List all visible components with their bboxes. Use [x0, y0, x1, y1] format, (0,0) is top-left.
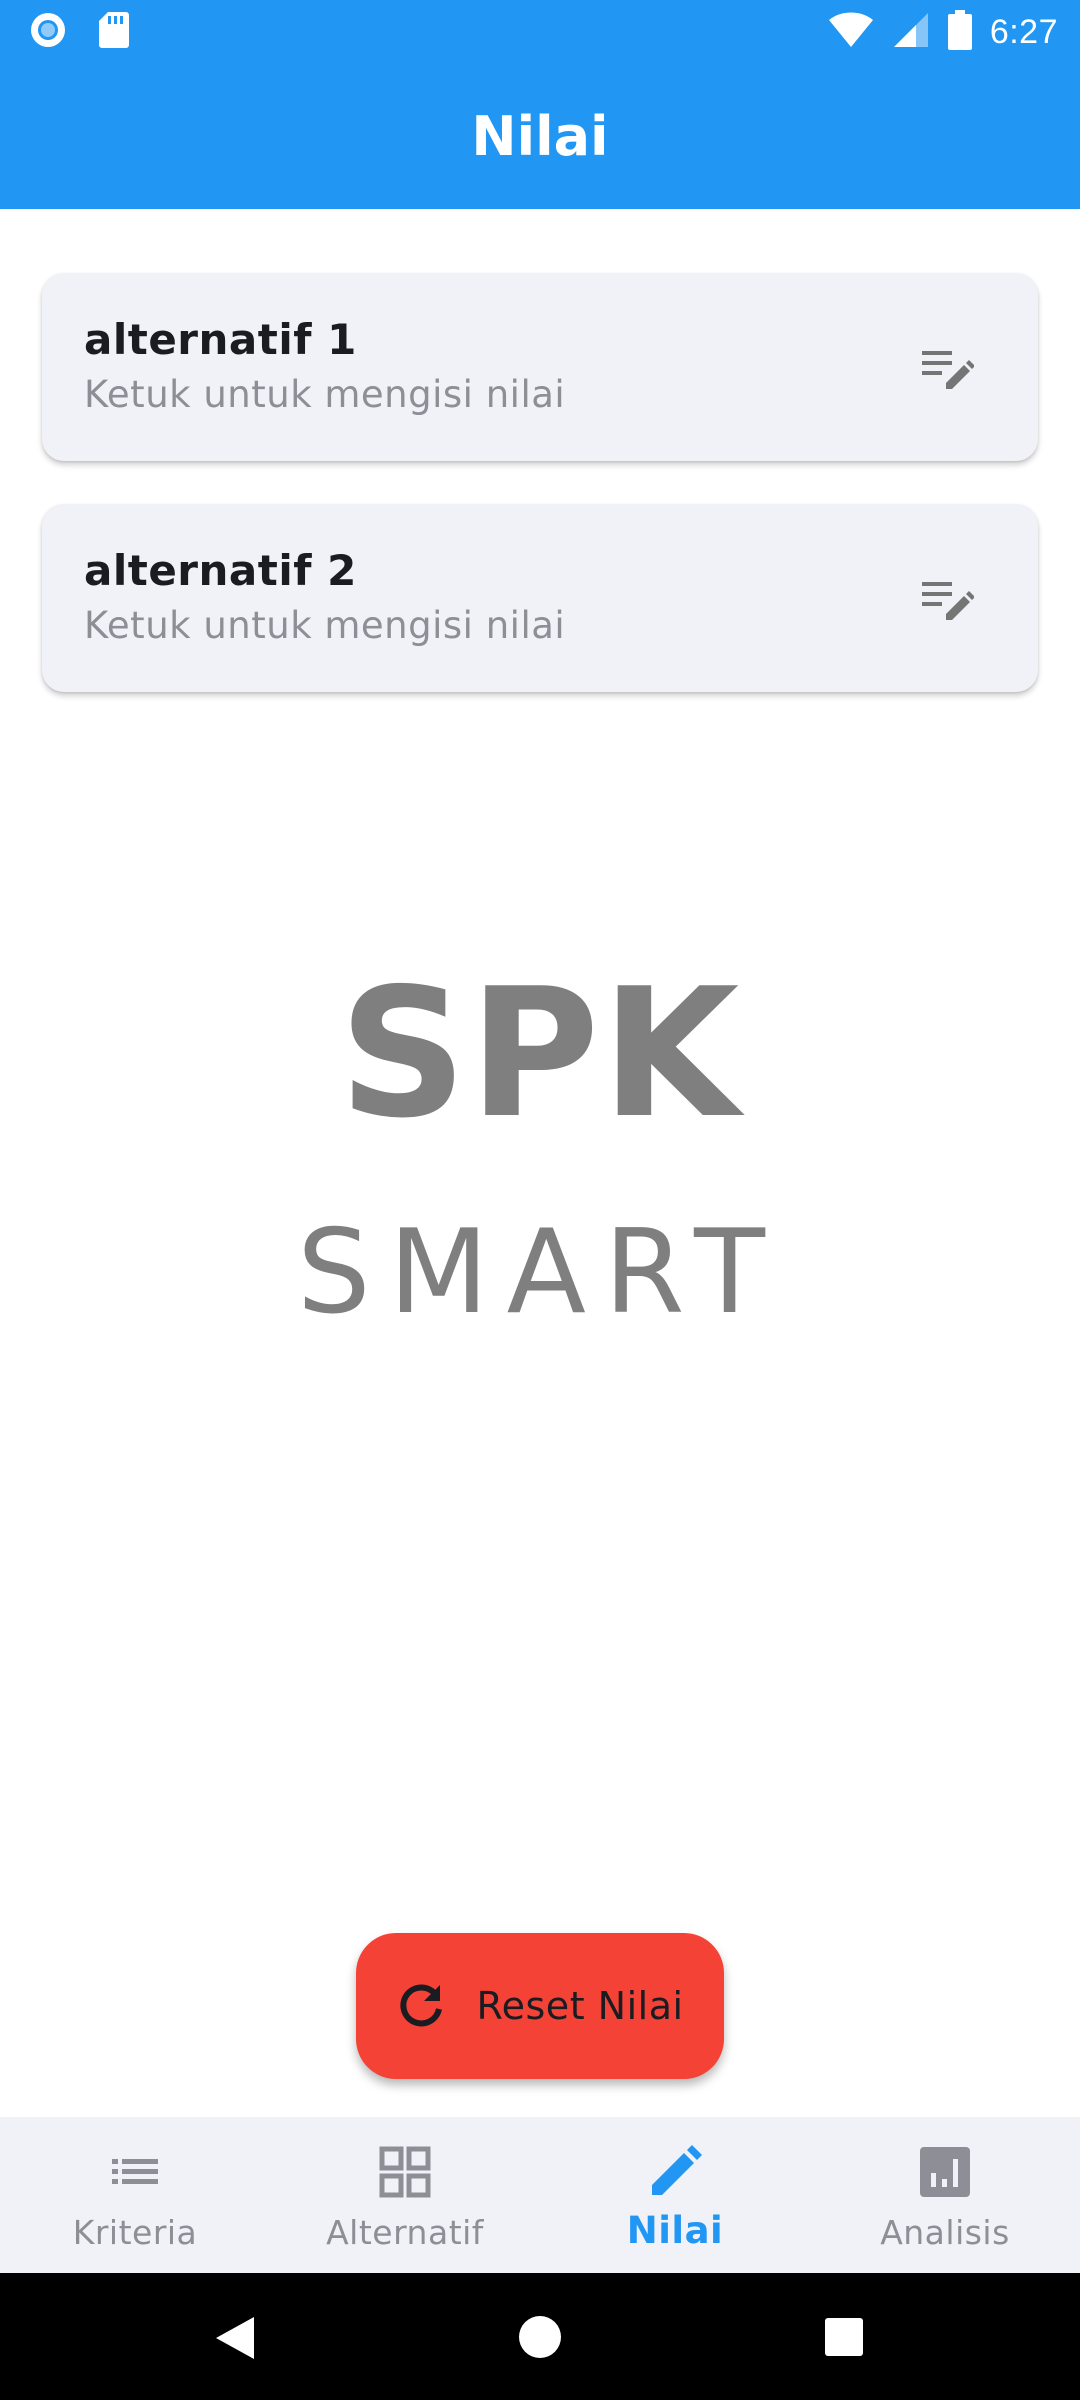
sd-card-icon [98, 10, 130, 54]
cell-signal-icon [892, 11, 930, 53]
nav-label: Kriteria [72, 2212, 198, 2252]
alternative-hint: Ketuk untuk mengisi nilai [84, 604, 566, 647]
alternative-name: alternatif 1 [84, 315, 357, 364]
nav-item-kriteria[interactable]: Kriteria [0, 2117, 270, 2273]
nav-item-analisis[interactable]: Analisis [810, 2117, 1080, 2273]
grid-icon [378, 2145, 432, 2199]
status-left [28, 12, 130, 52]
alternative-name: alternatif 2 [84, 546, 357, 595]
home-icon[interactable] [518, 2315, 562, 2363]
edit-note-icon [920, 345, 975, 393]
alternative-card-1[interactable]: alternatif 1 Ketuk untuk mengisi nilai [42, 273, 1038, 461]
nav-item-alternatif[interactable]: Alternatif [270, 2117, 540, 2273]
alternative-card-2[interactable]: alternatif 2 Ketuk untuk mengisi nilai [42, 504, 1038, 692]
bar-chart-icon [918, 2145, 972, 2199]
status-bar: 6:27 [0, 0, 1080, 63]
page-title: Nilai [471, 104, 609, 168]
bottom-navigation: Kriteria Alternatif Nilai Analisis [0, 2117, 1080, 2273]
nav-label: Analisis [880, 2212, 1010, 2252]
battery-icon [947, 10, 972, 54]
pencil-icon [648, 2144, 702, 2199]
list-icon [108, 2145, 162, 2199]
logo-spk: SPK [338, 950, 742, 1157]
refresh-icon [396, 1981, 446, 2031]
app-bar: Nilai [0, 63, 1080, 209]
record-icon [28, 10, 68, 54]
alternative-hint: Ketuk untuk mengisi nilai [84, 373, 566, 416]
nav-label: Alternatif [326, 2212, 484, 2252]
logo-smart: SMART [296, 1205, 784, 1340]
status-right: 6:27 [828, 10, 1058, 54]
wifi-icon [828, 12, 874, 52]
reset-nilai-label: Reset Nilai [476, 1984, 684, 2028]
reset-nilai-button[interactable]: Reset Nilai [356, 1933, 724, 2079]
nav-label: Nilai [626, 2208, 724, 2252]
back-icon[interactable] [212, 2315, 256, 2365]
nav-item-nilai[interactable]: Nilai [540, 2117, 810, 2273]
edit-note-icon [920, 576, 975, 624]
system-navigation-bar [0, 2273, 1080, 2400]
recents-icon[interactable] [824, 2317, 864, 2361]
status-time: 6:27 [989, 12, 1058, 51]
